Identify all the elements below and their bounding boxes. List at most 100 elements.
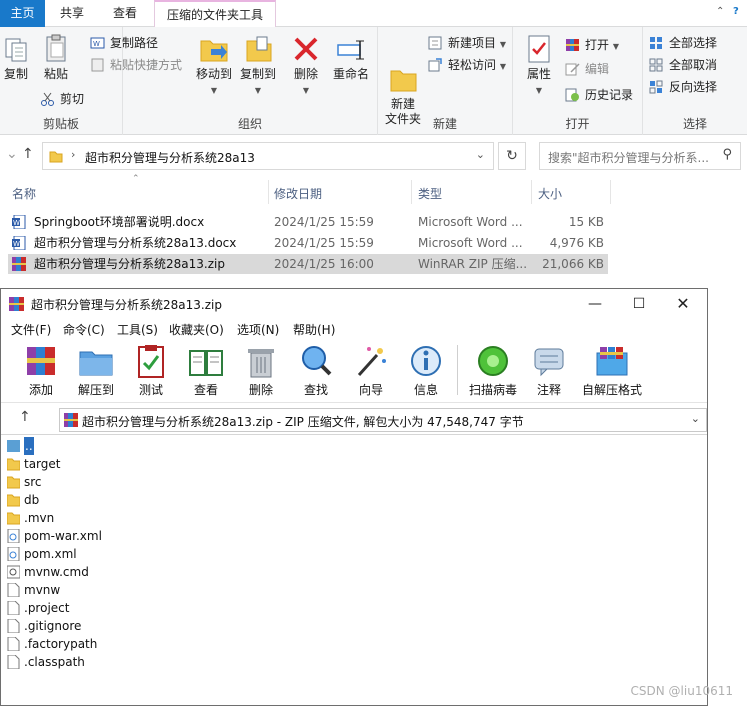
refresh-button[interactable]: ↻ xyxy=(498,142,526,170)
organize-group: 移动到 ▼ 复制到 ▼ 删除 ▼ 重命名 组织 xyxy=(123,27,378,135)
up-arrow-icon[interactable]: ↑ xyxy=(19,409,31,425)
invert-selection-button[interactable]: 反向选择 xyxy=(649,77,717,97)
delete-button[interactable]: 删除 ▼ xyxy=(291,31,321,98)
file-row[interactable]: W Springboot环境部署说明.docx 2024/1/25 15:59 … xyxy=(8,212,608,232)
sort-caret-icon: ⌃ xyxy=(132,174,140,184)
cmd-file-icon xyxy=(6,565,21,579)
chevron-up-icon[interactable]: ⌃ xyxy=(716,6,724,17)
add-button[interactable]: 添加 xyxy=(16,343,66,398)
address-bar[interactable]: › 超市积分管理与分析系统28a13 ⌄ xyxy=(42,142,494,170)
chevron-down-icon[interactable]: ⌄ xyxy=(476,148,485,161)
winrar-titlebar[interactable]: 超市积分管理与分析系统28a13.zip — ☐ ✕ xyxy=(1,289,707,319)
expand-icon[interactable]: ⌄ xyxy=(6,146,18,162)
easy-access-icon xyxy=(428,58,443,72)
dropdown-arrow-icon: ▼ xyxy=(302,86,310,95)
xml-file-icon xyxy=(7,528,20,544)
properties-button[interactable]: 属性 ▼ xyxy=(523,31,555,98)
delete-archive-button[interactable]: 删除 xyxy=(236,343,286,398)
copy-icon xyxy=(2,33,32,65)
column-size[interactable]: 大小 xyxy=(538,185,562,202)
invert-selection-icon xyxy=(649,80,664,94)
copy-button[interactable]: 复制 xyxy=(2,31,30,82)
help-icon[interactable]: ? xyxy=(733,6,739,17)
menu-tools[interactable]: 工具(S) xyxy=(117,321,158,338)
winrar-icon xyxy=(565,38,580,52)
file-row[interactable]: W 超市积分管理与分析系统28a13.docx 2024/1/25 15:59 … xyxy=(8,233,608,253)
history-button[interactable]: 历史记录 xyxy=(565,85,633,105)
menu-options[interactable]: 选项(N) xyxy=(237,321,279,338)
menu-commands[interactable]: 命令(C) xyxy=(63,321,105,338)
close-button[interactable]: ✕ xyxy=(663,293,703,315)
file-icon xyxy=(7,582,20,598)
info-button[interactable]: 信息 xyxy=(401,343,451,398)
minimize-icon: — xyxy=(588,296,602,312)
column-type[interactable]: 类型 xyxy=(418,185,442,202)
copy-path-icon: W xyxy=(90,36,105,50)
column-date[interactable]: 修改日期 xyxy=(274,185,322,202)
tab-compressed-folder-tools[interactable]: 压缩的文件夹工具 xyxy=(154,0,277,28)
copy-to-button[interactable]: 复制到 ▼ xyxy=(237,31,279,98)
sfx-button[interactable]: 自解压格式 xyxy=(579,343,645,398)
winrar-icon xyxy=(64,413,78,430)
toolbar-divider xyxy=(457,345,458,395)
file-icon xyxy=(7,636,20,652)
chevron-down-icon[interactable]: ⌄ xyxy=(691,412,700,425)
open-button[interactable]: 打开 ▼ xyxy=(565,35,619,55)
history-icon xyxy=(565,88,580,102)
column-divider xyxy=(531,180,532,204)
trash-icon xyxy=(243,343,279,379)
select-none-button[interactable]: 全部取消 xyxy=(649,55,717,75)
ribbon: 复制 粘贴 W 复制路径 粘贴快捷方式 剪切 剪贴板 移动到 ▼ 复制到 ▼ 删… xyxy=(0,27,747,135)
edit-button[interactable]: 编辑 xyxy=(565,59,609,79)
menu-favorites[interactable]: 收藏夹(O) xyxy=(169,321,224,338)
comment-icon xyxy=(531,343,567,379)
select-group: 全部选择 全部取消 反向选择 选择 xyxy=(643,27,747,135)
extract-to-button[interactable]: 解压到 xyxy=(71,343,121,398)
word-doc-icon: W xyxy=(12,214,26,230)
minimize-button[interactable]: — xyxy=(575,293,615,315)
winrar-window: 超市积分管理与分析系统28a13.zip — ☐ ✕ 文件(F) 命令(C) 工… xyxy=(0,288,708,706)
folder-icon xyxy=(49,149,63,166)
up-arrow-icon[interactable]: ↑ xyxy=(22,146,34,162)
dropdown-arrow-icon: ▼ xyxy=(612,42,619,51)
archive-path-text: 超市积分管理与分析系统28a13.zip - ZIP 压缩文件, 解包大小为 4… xyxy=(82,415,524,429)
new-folder-icon xyxy=(388,48,418,92)
scissors-icon xyxy=(40,92,55,106)
menu-file[interactable]: 文件(F) xyxy=(11,321,51,338)
menu-help[interactable]: 帮助(H) xyxy=(293,321,335,338)
file-row-selected[interactable]: 超市积分管理与分析系统28a13.zip 2024/1/25 16:00 Win… xyxy=(8,254,608,274)
new-item-button[interactable]: 新建项目 ▼ xyxy=(428,33,506,53)
archive-path-box[interactable]: 超市积分管理与分析系统28a13.zip - ZIP 压缩文件, 解包大小为 4… xyxy=(59,408,707,432)
dropdown-arrow-icon: ▼ xyxy=(499,40,506,49)
view-button[interactable]: 查看 xyxy=(181,343,231,398)
magnifier-icon xyxy=(298,343,334,379)
extract-folder-icon xyxy=(78,343,114,379)
comment-button[interactable]: 注释 xyxy=(524,343,574,398)
search-input[interactable]: 搜索"超市积分管理与分析系... ⚲ xyxy=(539,142,741,170)
word-doc-icon: W xyxy=(12,235,26,251)
virus-scan-button[interactable]: 扫描病毒 xyxy=(465,343,521,398)
paste-button[interactable]: 粘贴 xyxy=(40,31,72,82)
move-folder-icon xyxy=(199,33,229,65)
file-icon xyxy=(7,600,20,616)
tab-share[interactable]: 共享 xyxy=(48,0,96,27)
tab-home[interactable]: 主页 xyxy=(0,0,45,27)
file-icon xyxy=(7,654,20,670)
easy-access-button[interactable]: 轻松访问 ▼ xyxy=(428,55,506,75)
file-icon xyxy=(7,618,20,634)
maximize-button[interactable]: ☐ xyxy=(619,293,659,315)
archive-file-list: .. target src db .mvn pom-war.xml pom.xm… xyxy=(3,437,705,705)
move-to-button[interactable]: 移动到 ▼ xyxy=(193,31,235,98)
wizard-button[interactable]: 向导 xyxy=(346,343,396,398)
test-button[interactable]: 测试 xyxy=(126,343,176,398)
select-all-button[interactable]: 全部选择 xyxy=(649,33,717,53)
cut-button[interactable]: 剪切 xyxy=(40,89,84,109)
new-group: 新建 文件夹 新建项目 ▼ 轻松访问 ▼ 新建 xyxy=(378,27,513,135)
column-name[interactable]: 名称 xyxy=(12,185,36,202)
new-item-icon xyxy=(428,36,443,50)
info-icon xyxy=(408,343,444,379)
svg-text:W: W xyxy=(93,40,100,48)
rename-button[interactable]: 重命名 xyxy=(329,31,373,82)
find-button[interactable]: 查找 xyxy=(291,343,341,398)
tab-view[interactable]: 查看 xyxy=(101,0,149,27)
